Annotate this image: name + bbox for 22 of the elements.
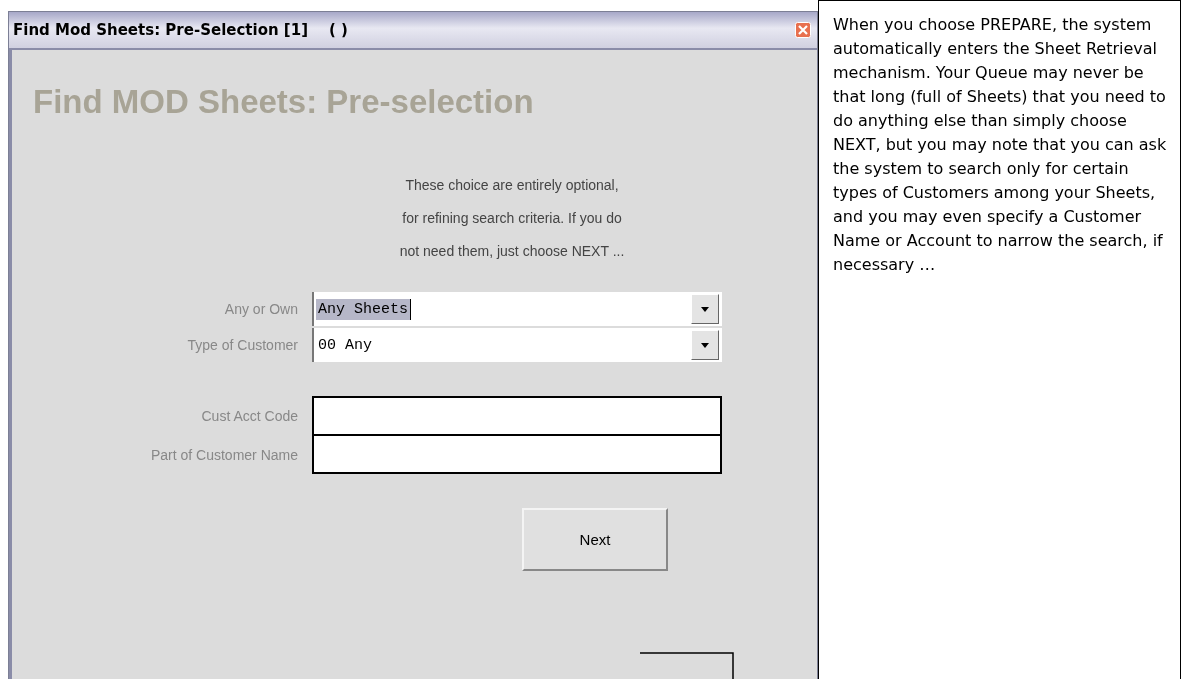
- dropdown-value: 00 Any: [317, 335, 373, 356]
- dropdown-value: Any Sheets: [316, 298, 411, 320]
- close-icon[interactable]: [795, 22, 811, 38]
- instruction-text: not need them, just choose NEXT ...: [399, 242, 625, 261]
- dropdown[interactable]: Any Sheets: [312, 292, 722, 326]
- explanation-text: When you choose PREPARE, the system automatically enters the Sheet Retrieval mechanism. Your Queue may never be that long (full of Sheets) that you need to do anything else than simply choose NEXT, but you may note that you can ask the system to search only for certain types of Customers among your Sheets, and you may even specify a Customer Name or Account to narrow the search, if necessary …: [833, 14, 1168, 276]
- dropdown[interactable]: 00 Any: [312, 328, 722, 362]
- next-button[interactable]: Next: [522, 508, 668, 571]
- field-label: Any or Own: [223, 301, 299, 317]
- instruction-text: for refining search criteria. If you do: [402, 209, 622, 228]
- input-field[interactable]: [312, 396, 722, 436]
- dropdown-button[interactable]: [691, 330, 719, 360]
- window-title: Find Mod Sheets: Pre-Selection [1] ( ): [13, 21, 348, 39]
- caret-icon: [701, 306, 709, 312]
- field-label: Part of Customer Name: [149, 447, 299, 463]
- dialog-heading: Find MOD Sheets: Pre-selection: [33, 83, 535, 121]
- caret-icon: [701, 342, 709, 348]
- field-label: Cust Acct Code: [200, 408, 299, 424]
- field-label: Type of Customer: [186, 337, 299, 353]
- input-field[interactable]: [312, 436, 722, 474]
- dropdown-button[interactable]: [691, 294, 719, 324]
- instruction-text: These choice are entirely optional,: [405, 176, 619, 195]
